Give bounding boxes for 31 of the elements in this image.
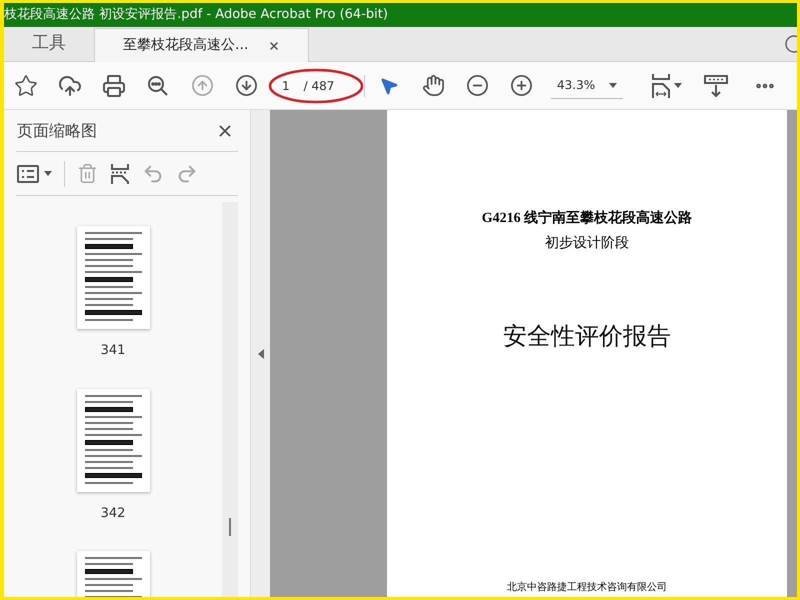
printer-icon[interactable] (100, 74, 128, 98)
tab[interactable]: 至攀枝花段高速公... (94, 28, 310, 62)
page-number-label: 342 (100, 504, 126, 522)
document-title: 安全性评价报告 (503, 321, 671, 352)
panel-title: 页面缩略图 (17, 120, 97, 142)
caret-icon (609, 82, 617, 88)
scrollbar-thumb[interactable] (229, 518, 231, 536)
options-icon[interactable] (17, 164, 52, 182)
page-total: / 487 (304, 78, 334, 94)
page-fit-icon[interactable] (649, 72, 683, 98)
heading-line: G4216 线宁南至攀枝花段高速公路 (482, 208, 692, 228)
cloud-upload-icon[interactable] (56, 74, 84, 98)
close-icon[interactable] (268, 40, 280, 52)
tab-label: 工具 (32, 32, 66, 56)
zoom-dropdown[interactable]: 43.3% (551, 72, 623, 98)
caret-icon (44, 171, 52, 176)
zoom-value: 43.3% (557, 77, 596, 94)
tab-label: 至攀枝花段高速公... (123, 36, 248, 55)
page-number-field[interactable]: 1 / 487 (272, 70, 364, 100)
collapse-arrow-icon[interactable] (258, 348, 264, 358)
page-number-value: 1 (282, 78, 290, 94)
insert-page-icon[interactable] (110, 162, 130, 184)
company-name: 北京中咨路捷工程技术咨询有限公司 (507, 580, 667, 595)
tab[interactable]: 工具 (4, 27, 94, 61)
page-thumbnail[interactable] (76, 226, 150, 329)
caret-icon (674, 83, 682, 88)
page-number-label: 341 (100, 342, 126, 360)
scroll-mode-icon[interactable] (703, 74, 729, 98)
page-thumbnail[interactable] (76, 388, 150, 492)
heading-line: 初步设计阶段 (545, 234, 629, 253)
window-title: 枝花段高速公路 初设安评报告.pdf - Adobe Acrobat Pro (64-bit) (4, 6, 388, 24)
